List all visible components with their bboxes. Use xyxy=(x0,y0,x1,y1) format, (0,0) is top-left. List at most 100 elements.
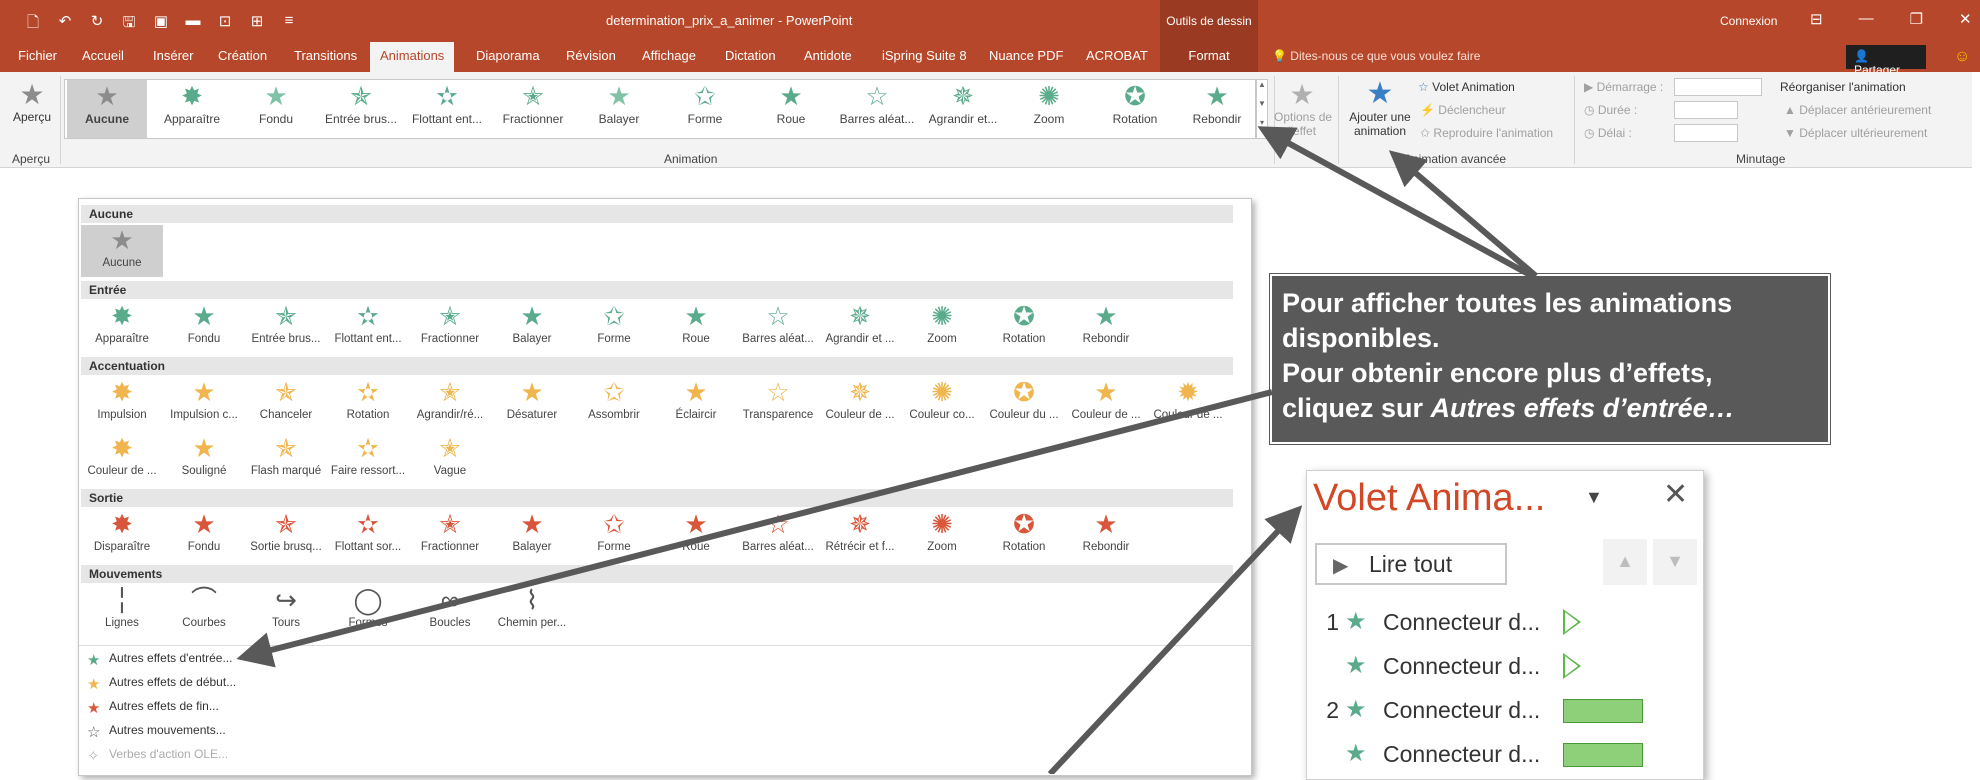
close-icon[interactable]: ✕ xyxy=(1959,10,1972,28)
gallery-fondu[interactable]: ★ Fondu xyxy=(235,80,317,138)
move-down-button[interactable]: ▼ xyxy=(1653,539,1697,585)
accent-item[interactable]: ✯ Flash marqué xyxy=(245,433,327,485)
motion-path-item[interactable]: ↪ Tours xyxy=(245,585,327,637)
entree-item[interactable]: ✭ Fractionner xyxy=(409,301,491,353)
accent-item[interactable]: ✯ Chanceler xyxy=(245,377,327,429)
save-icon[interactable]: 🖫 xyxy=(120,12,138,37)
trigger-button[interactable]: ⚡ Déclencheur xyxy=(1420,103,1506,117)
feedback-smiley-icon[interactable]: ☺ xyxy=(1954,48,1970,66)
tab-ispring[interactable]: iSpring Suite 8 xyxy=(882,48,967,63)
open-folder-icon[interactable]: ▬ xyxy=(184,12,202,37)
restore-icon[interactable]: ❐ xyxy=(1910,10,1923,28)
add-animation-button[interactable]: ★ Ajouter une animation xyxy=(1344,78,1416,139)
tab-format[interactable]: Format xyxy=(1160,42,1258,72)
timing-indicator[interactable] xyxy=(1563,653,1581,679)
save-as-icon[interactable]: ▣ xyxy=(152,12,170,37)
present-icon[interactable]: ⊞ xyxy=(248,12,266,37)
sortie-item[interactable]: ✩ Forme xyxy=(573,509,655,561)
entree-item[interactable]: ★ Rebondir xyxy=(1065,301,1147,353)
accent-item[interactable]: ✫ Faire ressort... xyxy=(327,433,409,485)
accent-item[interactable]: ★ Impulsion c... xyxy=(163,377,245,429)
undo-icon[interactable]: ↶ xyxy=(56,12,74,37)
animation-list-item[interactable]: ★ Connecteur d... xyxy=(1307,737,1703,777)
sortie-item[interactable]: ★ Roue xyxy=(655,509,737,561)
gallery-apparaitre[interactable]: ✸ Apparaître xyxy=(151,80,233,138)
move-up-button[interactable]: ▲ xyxy=(1603,539,1647,585)
gallery-entree-brusque[interactable]: ✯ Entrée brus... xyxy=(319,80,403,138)
entree-item[interactable]: ✯ Entrée brus... xyxy=(245,301,327,353)
new-file-icon[interactable]: 🗋 xyxy=(24,12,42,37)
accent-item[interactable]: ★ Souligné xyxy=(163,433,245,485)
gallery-aucune[interactable]: ★ Aucune xyxy=(67,80,147,138)
entree-item[interactable]: ✵ Agrandir et ... xyxy=(819,301,901,353)
timing-indicator[interactable] xyxy=(1563,743,1643,767)
gallery-balayer[interactable]: ★ Balayer xyxy=(577,80,661,138)
tab-transitions[interactable]: Transitions xyxy=(294,48,357,63)
tab-accueil[interactable]: Accueil xyxy=(82,48,124,63)
entree-item[interactable]: ★ Roue xyxy=(655,301,737,353)
accent-item[interactable]: ✵ Couleur de ... xyxy=(819,377,901,429)
animation-list-item[interactable]: 1 ★ Connecteur d... xyxy=(1307,605,1703,645)
accent-item[interactable]: ✩ Assombrir xyxy=(573,377,655,429)
animation-list-item[interactable]: ★ Connecteur d... xyxy=(1307,649,1703,689)
pane-options-dropdown-icon[interactable]: ▼ xyxy=(1585,487,1603,508)
sortie-item[interactable]: ✯ Sortie brusq... xyxy=(245,509,327,561)
motion-path-item[interactable]: ⌒ Courbes xyxy=(163,585,245,637)
sign-in-link[interactable]: Connexion xyxy=(1720,14,1777,28)
sortie-item[interactable]: ✺ Zoom xyxy=(901,509,983,561)
share-button[interactable]: 👤 Partager xyxy=(1846,45,1926,77)
tab-antidote[interactable]: Antidote xyxy=(804,48,852,63)
close-icon[interactable]: ✕ xyxy=(1663,477,1688,512)
gallery-rotation[interactable]: ✪ Rotation xyxy=(1093,80,1177,138)
accent-item[interactable]: ✹ Couleur de ... xyxy=(1147,377,1229,429)
accent-item[interactable]: ★ Éclaircir xyxy=(655,377,737,429)
tab-creation[interactable]: Création xyxy=(218,48,267,63)
tab-animations[interactable]: Animations xyxy=(370,42,455,72)
accent-item[interactable]: ☆ Transparence xyxy=(737,377,819,429)
tab-nuance-pdf[interactable]: Nuance PDF xyxy=(989,48,1063,63)
animation-list-item[interactable]: 2 ★ Connecteur d... xyxy=(1307,693,1703,733)
minimize-icon[interactable]: — xyxy=(1859,10,1874,28)
entree-item[interactable]: ★ Fondu xyxy=(163,301,245,353)
accent-item[interactable]: ★ Couleur de ... xyxy=(1065,377,1147,429)
tab-fichier[interactable]: Fichier xyxy=(18,48,57,63)
delay-spinner[interactable] xyxy=(1674,124,1738,142)
gallery-rebondir[interactable]: ★ Rebondir xyxy=(1179,80,1255,138)
tab-revision[interactable]: Révision xyxy=(566,48,616,63)
effect-options-button[interactable]: ★ Options de l'effet xyxy=(1274,80,1332,139)
gallery-flottant[interactable]: ✫ Flottant ent... xyxy=(405,80,489,138)
motion-path-item[interactable]: ╎ Lignes xyxy=(81,585,163,637)
tab-affichage[interactable]: Affichage xyxy=(642,48,696,63)
tab-diaporama[interactable]: Diaporama xyxy=(476,48,540,63)
more-motion-paths[interactable]: ☆ Autres mouvements... xyxy=(81,723,481,745)
more-entrance-effects[interactable]: ★ Autres effets d'entrée... xyxy=(81,651,481,673)
accent-item[interactable]: ✪ Couleur du ... xyxy=(983,377,1065,429)
accent-item[interactable]: ★ Désaturer xyxy=(491,377,573,429)
tab-inserer[interactable]: Insérer xyxy=(153,48,193,63)
animation-pane-button[interactable]: ☆ Volet Animation xyxy=(1418,80,1515,94)
entree-item[interactable]: ☆ Barres aléat... xyxy=(737,301,819,353)
motion-path-item[interactable]: ⌇ Chemin per... xyxy=(491,585,573,637)
sortie-item[interactable]: ✫ Flottant sor... xyxy=(327,509,409,561)
tab-dictation[interactable]: Dictation xyxy=(725,48,776,63)
sortie-item[interactable]: ☆ Barres aléat... xyxy=(737,509,819,561)
slideshow-icon[interactable]: ⊡ xyxy=(216,12,234,37)
tab-acrobat[interactable]: ACROBAT xyxy=(1086,48,1148,63)
accent-item[interactable]: ✭ Agrandir/ré... xyxy=(409,377,491,429)
gallery-roue[interactable]: ★ Roue xyxy=(749,80,833,138)
animation-painter-button[interactable]: ✩ Reproduire l'animation xyxy=(1420,126,1553,140)
gallery-scrollbar[interactable]: ▲ ▼ ▾ xyxy=(1256,79,1268,139)
apercu-button[interactable]: ★ Aperçu xyxy=(12,80,52,125)
sortie-item[interactable]: ✸ Disparaître xyxy=(81,509,163,561)
start-dropdown[interactable] xyxy=(1674,78,1762,96)
move-earlier-button[interactable]: ▲ Déplacer antérieurement xyxy=(1784,103,1931,117)
gallery-barres[interactable]: ☆ Barres aléat... xyxy=(835,80,919,138)
play-all-button[interactable]: ▶ Lire tout xyxy=(1315,543,1507,585)
ribbon-display-icon[interactable]: ⊟ xyxy=(1810,10,1823,28)
entree-item[interactable]: ✩ Forme xyxy=(573,301,655,353)
duration-spinner[interactable] xyxy=(1674,101,1738,119)
sortie-item[interactable]: ✵ Rétrécir et f... xyxy=(819,509,901,561)
accent-item[interactable]: ✫ Rotation xyxy=(327,377,409,429)
gallery-fractionner[interactable]: ✭ Fractionner xyxy=(491,80,575,138)
more-emphasis-effects[interactable]: ★ Autres effets de début... xyxy=(81,675,481,697)
